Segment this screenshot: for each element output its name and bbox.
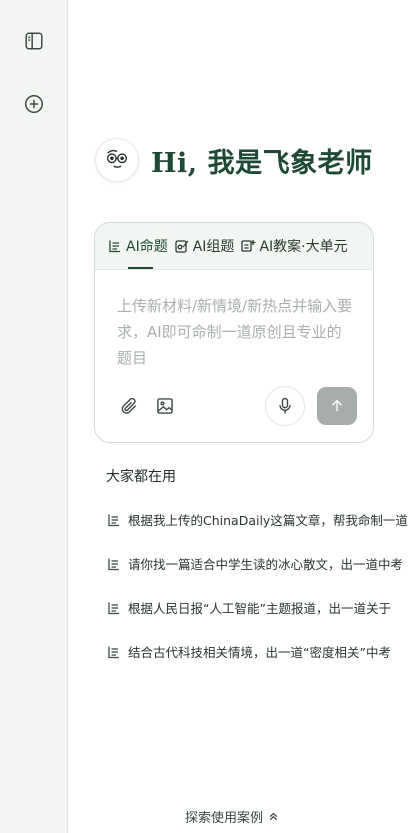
microphone-button[interactable] xyxy=(265,386,305,426)
page-title: Hi, 我是飞象老师 xyxy=(151,147,373,179)
tab-label: AI组题 xyxy=(192,239,235,255)
tab-ai-compose[interactable]: AI组题 xyxy=(174,223,235,269)
suggestions-title: 大家都在用 xyxy=(106,469,176,485)
suggestion-item[interactable]: 请你找一篇适合中学生读的冰心散文，出一道中考 xyxy=(106,554,403,573)
composer-card: AI命题 AI组题 AI教案·大单元 上传新材料/新情境/新热点并输入要求，AI… xyxy=(94,222,374,443)
suggestion-text: 根据我上传的ChinaDaily这篇文章，帮我命制一道 xyxy=(128,513,408,528)
composer-tabs: AI命题 AI组题 AI教案·大单元 xyxy=(95,223,373,270)
explore-label: 探索使用案例 xyxy=(185,811,264,826)
question-list-icon xyxy=(109,240,120,253)
sidebar xyxy=(0,0,68,833)
explore-cases-link[interactable]: 探索使用案例 xyxy=(185,807,279,826)
main-area: Hi, 我是飞象老师 AI命题 AI组题 AI教案·大单元 上传新材料/新情境/… xyxy=(68,0,412,833)
suggestion-item[interactable]: 结合古代科技相关情境，出一道“密度相关”中考 xyxy=(106,642,391,661)
send-button[interactable] xyxy=(317,387,357,425)
compose-edit-icon xyxy=(175,240,189,253)
question-list-icon xyxy=(108,602,119,614)
question-list-icon xyxy=(108,558,119,570)
tab-label: AI命题 xyxy=(126,239,168,255)
paperclip-icon[interactable] xyxy=(117,394,141,418)
tab-ai-question[interactable]: AI命题 xyxy=(107,223,168,269)
sidebar-toggle-icon[interactable] xyxy=(20,27,48,55)
microphone-icon xyxy=(279,397,291,414)
double-chevron-up-icon xyxy=(269,812,278,821)
question-list-icon xyxy=(108,514,119,526)
image-upload-icon[interactable] xyxy=(153,394,177,418)
tab-label: AI教案·大单元 xyxy=(259,239,348,255)
tab-ai-lesson-plan[interactable]: AI教案·大单元 xyxy=(240,223,348,269)
arrow-up-icon xyxy=(332,399,342,412)
suggestion-item[interactable]: 根据人民日报“人工智能”主题报道，出一道关于 xyxy=(106,598,391,617)
suggestion-item[interactable]: 根据我上传的ChinaDaily这篇文章，帮我命制一道 xyxy=(106,510,408,529)
new-chat-icon[interactable] xyxy=(20,90,48,118)
hero: Hi, 我是飞象老师 xyxy=(95,138,373,182)
avatar xyxy=(95,138,139,182)
suggestion-text: 结合古代科技相关情境，出一道“密度相关”中考 xyxy=(128,645,391,660)
lesson-plan-icon xyxy=(241,240,256,252)
question-list-icon xyxy=(108,646,119,658)
prompt-input[interactable]: 上传新材料/新情境/新热点并输入要求，AI即可命制一道原创且专业的题目 xyxy=(117,293,353,371)
suggestion-text: 根据人民日报“人工智能”主题报道，出一道关于 xyxy=(128,601,391,616)
suggestion-text: 请你找一篇适合中学生读的冰心散文，出一道中考 xyxy=(128,557,404,572)
